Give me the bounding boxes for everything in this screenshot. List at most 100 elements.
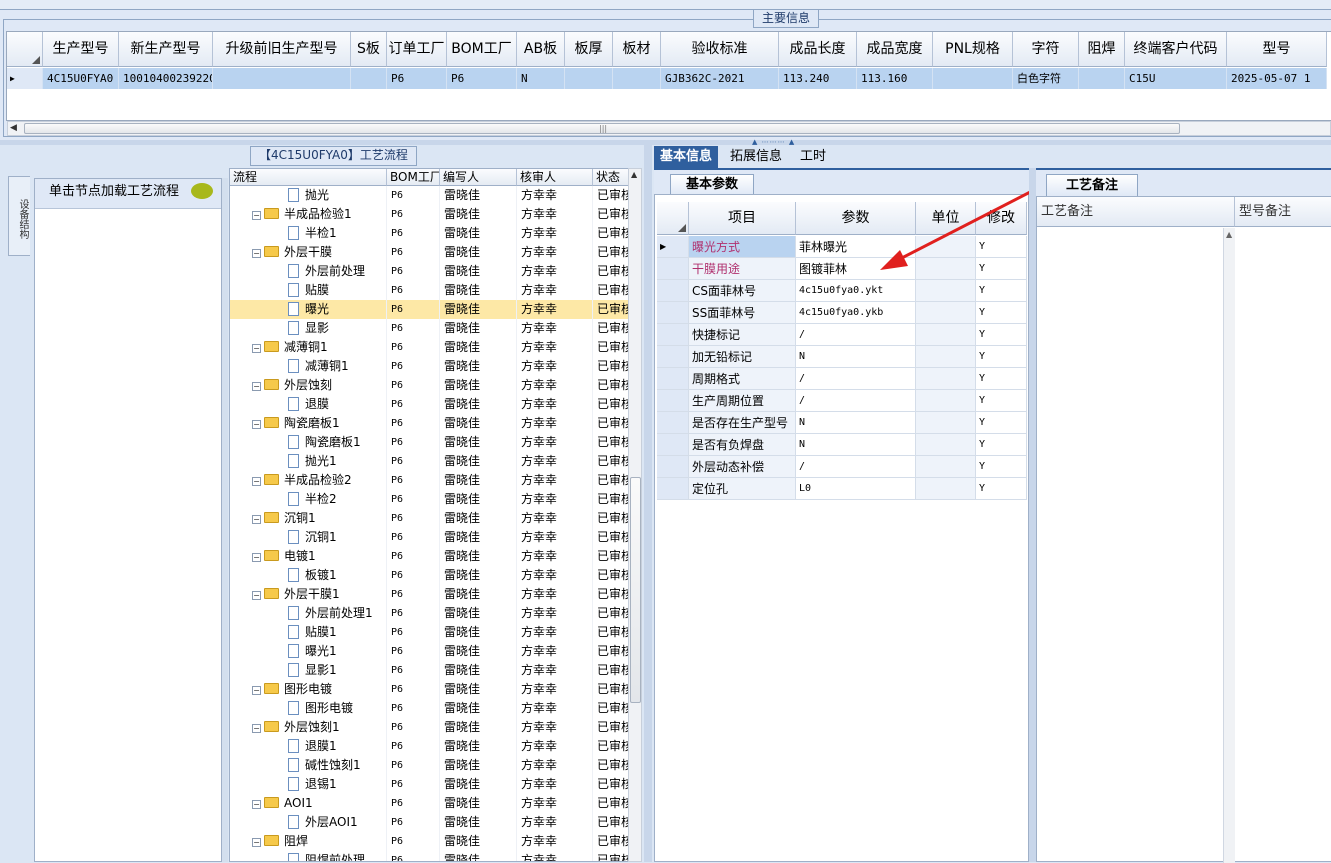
param-value-cell[interactable]: /: [796, 456, 916, 478]
tree-row[interactable]: 半检2 P6 雷晓佳 方幸幸 已审核: [230, 490, 629, 509]
side-tab-device-structure[interactable]: 设备结构: [8, 176, 30, 256]
main-grid-cell[interactable]: N: [517, 68, 565, 89]
tree-row[interactable]: 碱性蚀刻1 P6 雷晓佳 方幸幸 已审核: [230, 756, 629, 775]
main-grid-cell[interactable]: GJB362C-2021: [661, 68, 779, 89]
main-col-header[interactable]: 型号: [1227, 32, 1327, 67]
main-grid-cell[interactable]: [351, 68, 387, 89]
param-value-cell[interactable]: N: [796, 346, 916, 368]
tree-row[interactable]: 抛光 P6 雷晓佳 方幸幸 已审核: [230, 186, 629, 205]
param-row[interactable]: 生产周期位置 / Y: [657, 390, 1027, 412]
main-grid-cell[interactable]: P6: [447, 68, 517, 89]
tab-process-remarks[interactable]: 工艺备注: [1046, 174, 1138, 196]
main-col-header[interactable]: 生产型号: [43, 32, 119, 67]
tree-col-header[interactable]: 核审人: [517, 169, 593, 186]
param-unit-cell[interactable]: [916, 412, 976, 434]
main-col-header[interactable]: 阻焊: [1079, 32, 1125, 67]
tree-row[interactable]: 曝光1 P6 雷晓佳 方幸幸 已审核: [230, 642, 629, 661]
tree-node-cell[interactable]: 陶瓷磨板1: [230, 433, 387, 452]
param-modify-cell[interactable]: Y: [976, 478, 1027, 500]
collapse-icon[interactable]: −: [252, 800, 261, 809]
main-grid-cell[interactable]: [565, 68, 613, 89]
scroll-up-icon[interactable]: ▲: [1226, 230, 1232, 239]
collapse-icon[interactable]: −: [252, 382, 261, 391]
main-grid-hscroll-thumb[interactable]: |||: [24, 123, 1180, 134]
tree-row[interactable]: − 图形电镀 P6 雷晓佳 方幸幸 已审核: [230, 680, 629, 699]
tab-work-hours[interactable]: 工时: [794, 146, 832, 168]
tree-row[interactable]: − 外层蚀刻1 P6 雷晓佳 方幸幸 已审核: [230, 718, 629, 737]
tree-node-cell[interactable]: 显影1: [230, 661, 387, 680]
param-unit-cell[interactable]: [916, 302, 976, 324]
tree-node-cell[interactable]: 减薄铜1: [230, 357, 387, 376]
tree-col-header[interactable]: 编写人: [440, 169, 517, 186]
tree-row[interactable]: 退膜 P6 雷晓佳 方幸幸 已审核: [230, 395, 629, 414]
tree-row[interactable]: 减薄铜1 P6 雷晓佳 方幸幸 已审核: [230, 357, 629, 376]
param-value-cell[interactable]: /: [796, 324, 916, 346]
tree-row[interactable]: 抛光1 P6 雷晓佳 方幸幸 已审核: [230, 452, 629, 471]
param-value-cell[interactable]: 4c15u0fya0.ykb: [796, 302, 916, 324]
collapse-icon[interactable]: −: [252, 724, 261, 733]
param-value-cell[interactable]: N: [796, 434, 916, 456]
splitter-grip-icon[interactable]: ▲ ⋯⋯⋯ ▲: [752, 138, 795, 146]
tree-node-cell[interactable]: 抛光1: [230, 452, 387, 471]
tree-node-cell[interactable]: − 阻焊: [230, 832, 387, 851]
param-value-cell[interactable]: L0: [796, 478, 916, 500]
param-row[interactable]: 外层动态补偿 / Y: [657, 456, 1027, 478]
param-row[interactable]: SS面菲林号 4c15u0fya0.ykb Y: [657, 302, 1027, 324]
param-unit-cell[interactable]: [916, 346, 976, 368]
node-panel[interactable]: [34, 178, 222, 862]
main-grid-hscroll[interactable]: ◀ |||: [7, 121, 1331, 136]
tree-node-cell[interactable]: 板镀1: [230, 566, 387, 585]
main-col-header[interactable]: 升级前旧生产型号: [213, 32, 351, 67]
tree-col-header[interactable]: BOM工厂: [387, 169, 440, 186]
tree-row[interactable]: 外层AOI1 P6 雷晓佳 方幸幸 已审核: [230, 813, 629, 832]
tree-row[interactable]: 外层前处理 P6 雷晓佳 方幸幸 已审核: [230, 262, 629, 281]
main-grid-cell[interactable]: 2025-05-07 1: [1227, 68, 1327, 89]
param-unit-cell[interactable]: [916, 478, 976, 500]
scroll-up-icon[interactable]: ▲: [631, 170, 637, 179]
center-vertical-splitter[interactable]: [644, 145, 652, 862]
tree-node-cell[interactable]: − 外层干膜1: [230, 585, 387, 604]
tree-row[interactable]: 板镀1 P6 雷晓佳 方幸幸 已审核: [230, 566, 629, 585]
main-grid-cell[interactable]: [213, 68, 351, 89]
remarks-panel[interactable]: 工艺备注 型号备注 ▲: [1036, 196, 1331, 863]
main-grid-cell[interactable]: [613, 68, 661, 89]
main-info-grid[interactable]: 生产型号 新生产型号 升级前旧生产型号 S板 订单工厂 BOM工厂 AB板 板厚 板材 验收标准成…: [6, 31, 1331, 121]
tree-node-cell[interactable]: 显影: [230, 319, 387, 338]
param-col-header[interactable]: 项目: [689, 202, 796, 235]
remarks-vscroll[interactable]: ▲: [1223, 228, 1235, 863]
tree-col-header[interactable]: 流程: [230, 169, 387, 186]
main-grid-cell[interactable]: [1079, 68, 1125, 89]
tree-node-cell[interactable]: − 陶瓷磨板1: [230, 414, 387, 433]
main-grid-cell[interactable]: P6: [387, 68, 447, 89]
tree-node-cell[interactable]: 抛光: [230, 186, 387, 205]
main-grid-cell[interactable]: 113.160: [857, 68, 933, 89]
tree-row[interactable]: − 减薄铜1 P6 雷晓佳 方幸幸 已审核: [230, 338, 629, 357]
tree-node-cell[interactable]: 外层AOI1: [230, 813, 387, 832]
collapse-icon[interactable]: −: [252, 344, 261, 353]
tree-node-cell[interactable]: 半检1: [230, 224, 387, 243]
param-unit-cell[interactable]: [916, 280, 976, 302]
tree-node-cell[interactable]: 阻焊前处理: [230, 851, 387, 861]
collapse-icon[interactable]: −: [252, 686, 261, 695]
tree-row[interactable]: 退膜1 P6 雷晓佳 方幸幸 已审核: [230, 737, 629, 756]
tree-row[interactable]: − 外层蚀刻 P6 雷晓佳 方幸幸 已审核: [230, 376, 629, 395]
tree-row[interactable]: − 沉铜1 P6 雷晓佳 方幸幸 已审核: [230, 509, 629, 528]
param-modify-cell[interactable]: Y: [976, 412, 1027, 434]
main-col-header[interactable]: 终端客户代码: [1125, 32, 1227, 67]
tree-node-cell[interactable]: 曝光: [230, 300, 387, 319]
collapse-icon[interactable]: −: [252, 553, 261, 562]
main-col-header[interactable]: 订单工厂: [387, 32, 447, 67]
tree-node-cell[interactable]: 曝光1: [230, 642, 387, 661]
main-col-header[interactable]: 验收标准: [661, 32, 779, 67]
tree-row[interactable]: − 半成品检验2 P6 雷晓佳 方幸幸 已审核: [230, 471, 629, 490]
main-col-header[interactable]: 成品长度: [779, 32, 857, 67]
tree-node-cell[interactable]: 贴膜1: [230, 623, 387, 642]
param-row[interactable]: 加无铅标记 N Y: [657, 346, 1027, 368]
main-col-header[interactable]: 板材: [613, 32, 661, 67]
tree-col-header[interactable]: 状态: [593, 169, 629, 186]
tree-row[interactable]: 外层前处理1 P6 雷晓佳 方幸幸 已审核: [230, 604, 629, 623]
collapse-icon[interactable]: −: [252, 477, 261, 486]
tree-row[interactable]: 显影 P6 雷晓佳 方幸幸 已审核: [230, 319, 629, 338]
main-col-header[interactable]: 新生产型号: [119, 32, 213, 67]
param-row[interactable]: CS面菲林号 4c15u0fya0.ykt Y: [657, 280, 1027, 302]
